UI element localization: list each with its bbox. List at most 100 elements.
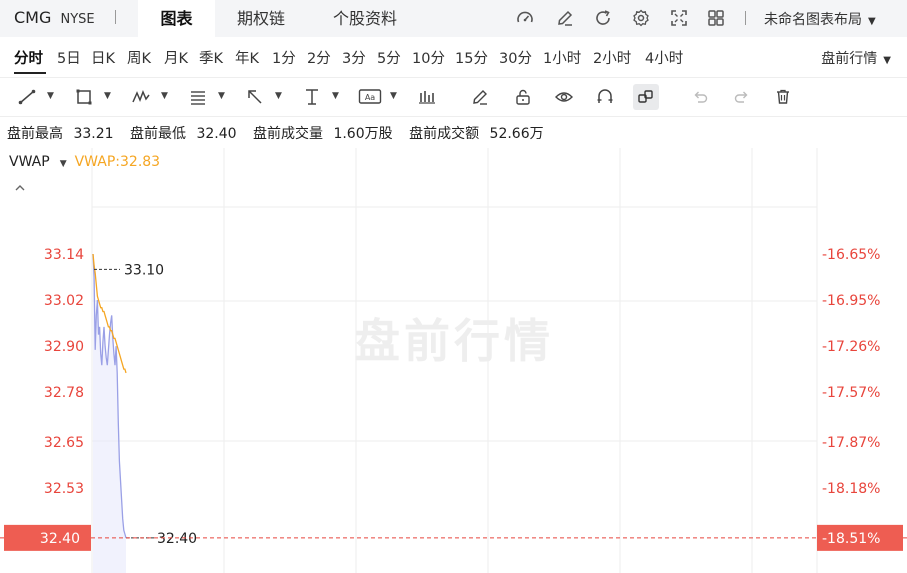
- trend-line-icon[interactable]: [17, 87, 37, 107]
- pattern-icon[interactable]: [131, 87, 151, 107]
- drawing-toolbar: ▼ ▼ ▼ ▼ ▼ ▼ Aa ▼: [0, 78, 907, 117]
- period-label: 5分: [377, 51, 401, 67]
- gear-icon[interactable]: [632, 9, 650, 27]
- premarket-stats: 盘前最高 33.21 盘前最低 32.40 盘前成交量 1.60万股 盘前成交额…: [7, 123, 556, 143]
- period-label: 1小时: [543, 51, 582, 67]
- chevron-down-icon[interactable]: ▼: [60, 159, 67, 169]
- y-axis-pct-label: -16.95%: [822, 293, 880, 309]
- period-2h[interactable]: 2小时: [593, 47, 631, 68]
- rectangle-icon[interactable]: [74, 87, 94, 107]
- period-daily[interactable]: 日K: [91, 47, 115, 68]
- trash-icon[interactable]: [773, 87, 793, 107]
- stat-high: 盘前最高 33.21: [7, 126, 120, 142]
- period-3m[interactable]: 3分: [342, 47, 366, 68]
- period-2m[interactable]: 2分: [307, 47, 331, 68]
- ticker-exchange: NYSE: [60, 12, 95, 27]
- redo-icon[interactable]: [732, 87, 752, 107]
- chevron-down-icon[interactable]: ▼: [332, 91, 339, 101]
- stat-volume: 盘前成交量 1.60万股: [253, 126, 399, 142]
- lock-icon[interactable]: [513, 87, 533, 107]
- chevron-down-icon[interactable]: ▼: [161, 91, 168, 101]
- period-bar: 分时 5日 日K 周K 月K 季K 年K 1分 2分 3分 5分 10分 15分…: [0, 37, 907, 78]
- y-axis-pct-label: -18.18%: [822, 481, 880, 497]
- y-axis-tick-label: 33.14: [44, 247, 84, 263]
- pen-edit-icon[interactable]: [556, 9, 574, 27]
- stat-label: 盘前成交量: [253, 126, 323, 142]
- fullscreen-icon[interactable]: [670, 9, 688, 27]
- tab-option-chain-label: 期权链: [237, 9, 286, 28]
- grid-layout-icon[interactable]: [707, 9, 725, 27]
- y-axis-pct-label: -17.87%: [822, 435, 880, 451]
- stat-label: 盘前最低: [130, 126, 186, 142]
- chevron-down-icon[interactable]: ▼: [104, 91, 111, 101]
- layout-selector[interactable]: 未命名图表布局 ▼: [764, 9, 876, 29]
- tab-option-chain[interactable]: 期权链: [237, 0, 285, 37]
- session-selector[interactable]: 盘前行情 ▼: [821, 48, 891, 68]
- period-5d[interactable]: 5日: [57, 47, 81, 68]
- price-chart[interactable]: 盘前行情 33.14 33.02 32.90 32.78 32.65 32.53 -16.65…: [0, 148, 907, 573]
- fib-icon[interactable]: [188, 87, 208, 107]
- indicator-name: VWAP: [9, 154, 50, 170]
- period-label: 年K: [235, 51, 260, 67]
- period-1m[interactable]: 1分: [272, 47, 296, 68]
- chevron-down-icon[interactable]: ▼: [390, 91, 397, 101]
- period-label: 分时: [14, 51, 43, 67]
- refresh-icon[interactable]: [594, 9, 612, 27]
- chevron-down-icon: ▼: [883, 55, 891, 66]
- chevron-up-icon[interactable]: [13, 180, 27, 194]
- period-label: 季K: [199, 51, 224, 67]
- period-label: 4小时: [645, 51, 684, 67]
- link-icon[interactable]: [633, 84, 659, 110]
- eye-icon[interactable]: [554, 87, 574, 107]
- magnet-icon[interactable]: [595, 87, 615, 107]
- period-4h[interactable]: 4小时: [645, 47, 683, 68]
- tab-profile[interactable]: 个股资料: [333, 0, 397, 37]
- divider: [115, 10, 116, 24]
- y-axis-pct-label: -17.57%: [822, 385, 880, 401]
- stat-label: 盘前最高: [7, 126, 63, 142]
- period-label: 3分: [342, 51, 366, 67]
- candle-type-icon[interactable]: [417, 87, 437, 107]
- measure-icon[interactable]: [302, 87, 322, 107]
- y-axis-pct-label: -17.26%: [822, 339, 880, 355]
- period-15m[interactable]: 15分: [455, 47, 488, 68]
- stat-low: 盘前最低 32.40: [130, 126, 243, 142]
- period-1h[interactable]: 1小时: [543, 47, 581, 68]
- stat-value: 32.40: [196, 126, 237, 142]
- period-label: 5日: [57, 51, 81, 67]
- period-label: 1分: [272, 51, 296, 67]
- period-weekly[interactable]: 周K: [127, 47, 151, 68]
- period-30m[interactable]: 30分: [499, 47, 532, 68]
- chevron-down-icon[interactable]: ▼: [275, 91, 282, 101]
- period-quarterly[interactable]: 季K: [199, 47, 223, 68]
- top-bar: CMG NYSE 图表 期权链 个股资料 未命名图表布局 ▼: [0, 0, 907, 37]
- stat-value: 1.60万股: [333, 126, 393, 142]
- period-5m[interactable]: 5分: [377, 47, 401, 68]
- speedometer-icon[interactable]: [516, 9, 534, 27]
- current-price-label: 32.40: [40, 531, 80, 547]
- divider: [745, 11, 746, 25]
- tab-profile-label: 个股资料: [333, 9, 398, 28]
- pencil-icon[interactable]: [470, 87, 490, 107]
- period-yearly[interactable]: 年K: [235, 47, 259, 68]
- period-10m[interactable]: 10分: [412, 47, 445, 68]
- tab-chart-label: 图表: [160, 9, 193, 28]
- tab-chart[interactable]: 图表: [138, 0, 215, 37]
- period-label: 周K: [127, 51, 152, 67]
- arrow-icon[interactable]: [245, 87, 265, 107]
- indicator-legend[interactable]: VWAP ▼ VWAP:32.83: [9, 154, 160, 170]
- period-intraday[interactable]: 分时: [14, 47, 43, 68]
- chevron-down-icon[interactable]: ▼: [47, 91, 54, 101]
- y-axis-tick-label: 33.02: [44, 293, 84, 309]
- current-pct-label: -18.51%: [822, 531, 880, 547]
- undo-icon[interactable]: [690, 87, 710, 107]
- period-label: 2小时: [593, 51, 632, 67]
- stat-turnover: 盘前成交额 52.66万: [409, 126, 550, 142]
- text-annotation-icon[interactable]: Aa: [358, 87, 382, 107]
- chevron-down-icon[interactable]: ▼: [218, 91, 225, 101]
- period-monthly[interactable]: 月K: [164, 47, 188, 68]
- y-axis-tick-label: 32.65: [44, 435, 84, 451]
- y-axis-pct-label: -16.65%: [822, 247, 880, 263]
- y-axis-tick-label: 32.78: [44, 385, 84, 401]
- period-label: 10分: [412, 51, 445, 67]
